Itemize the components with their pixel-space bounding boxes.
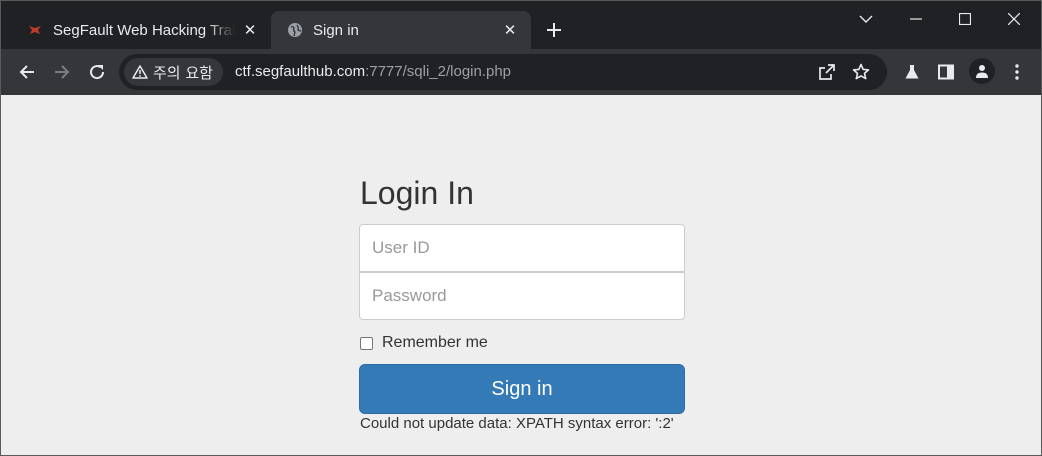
error-message: Could not update data: XPATH syntax erro…: [360, 415, 674, 432]
warning-icon: [132, 65, 148, 79]
bookmark-star-icon[interactable]: [849, 60, 873, 84]
close-window-icon[interactable]: [1000, 7, 1028, 31]
page-content: Login In Remember me Sign in Could not u…: [1, 95, 1041, 455]
tab-strip: SegFault Web Hacking Trai ✕ Sign in ✕: [1, 1, 1041, 49]
tab-sign-in[interactable]: Sign in ✕: [271, 11, 531, 49]
address-bar[interactable]: 주의 요함 ctf.segfaulthub.com:7777/sqli_2/lo…: [119, 54, 887, 90]
profile-icon[interactable]: [969, 58, 995, 84]
tab-close-icon[interactable]: ✕: [241, 21, 259, 39]
tab-search-icon[interactable]: [852, 7, 880, 31]
minimize-icon[interactable]: [902, 7, 930, 31]
globe-icon: [287, 22, 303, 38]
url-text: ctf.segfaulthub.com:7777/sqli_2/login.ph…: [235, 63, 511, 80]
sign-in-button[interactable]: Sign in: [359, 364, 685, 414]
page-title: Login In: [360, 175, 474, 211]
menu-icon[interactable]: [1004, 59, 1030, 85]
share-icon[interactable]: [815, 60, 839, 84]
back-icon[interactable]: [14, 59, 40, 85]
reload-icon[interactable]: [84, 59, 110, 85]
browser-toolbar: 주의 요함 ctf.segfaulthub.com:7777/sqli_2/lo…: [1, 49, 1041, 95]
new-tab-button[interactable]: [541, 17, 567, 43]
url-path: :7777/sqli_2/login.php: [365, 63, 512, 80]
labs-flask-icon[interactable]: [899, 59, 925, 85]
plus-icon: [547, 23, 561, 37]
remember-me[interactable]: Remember me: [360, 334, 488, 352]
tab-title: Sign in: [313, 21, 359, 39]
side-panel-icon[interactable]: [933, 59, 959, 85]
maximize-icon[interactable]: [951, 7, 979, 31]
security-chip[interactable]: 주의 요함: [124, 58, 223, 86]
tab-close-icon[interactable]: ✕: [501, 21, 519, 39]
tab-segfault[interactable]: SegFault Web Hacking Trai ✕: [11, 11, 271, 49]
password-input[interactable]: [359, 272, 685, 320]
forward-icon[interactable]: [49, 59, 75, 85]
remember-me-label: Remember me: [382, 334, 488, 351]
browser-window: SegFault Web Hacking Trai ✕ Sign in ✕ 주의…: [0, 0, 1042, 456]
remember-me-checkbox[interactable]: [360, 336, 373, 350]
security-label: 주의 요함: [153, 63, 213, 82]
user-id-input[interactable]: [359, 224, 685, 272]
url-host: ctf.segfaulthub.com: [235, 63, 366, 80]
tab-title: SegFault Web Hacking Trai: [53, 21, 235, 39]
segfault-logo-icon: [27, 22, 43, 38]
